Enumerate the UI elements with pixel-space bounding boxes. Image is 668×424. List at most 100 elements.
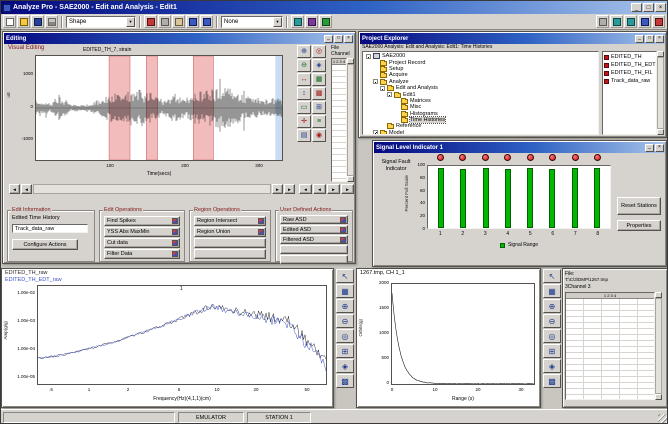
- filter-data-button[interactable]: Filter Data: [104, 249, 180, 259]
- hatch-tool-button[interactable]: ▩: [312, 87, 326, 100]
- file-grid-scrollbar[interactable]: [655, 292, 662, 400]
- list-item-track-data-raw[interactable]: Track_data_raw: [604, 77, 655, 85]
- channel-grid-scrollbar[interactable]: [347, 58, 354, 182]
- help-button[interactable]: [638, 15, 651, 28]
- shape-combo-dropdown-icon[interactable]: ▼: [126, 17, 135, 27]
- list-item-edited-th[interactable]: EDITED_TH: [604, 53, 655, 61]
- table-tool-button[interactable]: ▤: [297, 129, 311, 142]
- scrollbar-track[interactable]: [347, 64, 354, 176]
- zoom-in-tool-button[interactable]: ⊕: [336, 299, 354, 313]
- none-combo-dropdown-icon[interactable]: ▼: [273, 17, 282, 27]
- region-intersect-button[interactable]: Region Intersect: [194, 216, 266, 226]
- collapse-icon[interactable]: [387, 92, 392, 97]
- zoom-in-tool-button[interactable]: ⊕: [297, 45, 311, 58]
- resize-grip[interactable]: [658, 414, 668, 424]
- project-explorer-maximize-button[interactable]: □: [645, 35, 654, 43]
- none-combo[interactable]: None ▼: [221, 16, 283, 28]
- layout-tool-button[interactable]: ▩: [543, 374, 561, 388]
- scrollbar-track[interactable]: [657, 57, 664, 129]
- step-back-small-button[interactable]: ◄: [313, 184, 326, 194]
- grid-view-button[interactable]: [291, 15, 304, 28]
- main-titlebar[interactable]: Analyze Pro - SAE2000 - Edit and Analysi…: [1, 1, 667, 14]
- scroll-left-button[interactable]: ◄: [21, 184, 32, 194]
- pointer-tool-button[interactable]: ↖: [336, 269, 354, 283]
- editing-maximize-button[interactable]: □: [334, 35, 343, 43]
- add-window-tool-button[interactable]: ⊞: [543, 344, 561, 358]
- waveform-scrollbar[interactable]: ◄ ◄ ► ►: [9, 184, 295, 194]
- new-file-button[interactable]: [3, 15, 16, 28]
- signal-minimize-button[interactable]: _: [645, 144, 654, 152]
- close-button[interactable]: ×: [655, 3, 666, 12]
- scrollbar-track[interactable]: [33, 184, 271, 194]
- file-grid-body[interactable]: [566, 299, 654, 399]
- minimize-button[interactable]: _: [631, 3, 642, 12]
- save-button[interactable]: [31, 15, 44, 28]
- edited-time-history-field[interactable]: Track_data_raw: [12, 224, 88, 233]
- crosshair-tool-button[interactable]: ✛: [297, 115, 311, 128]
- step-forward-small-button[interactable]: ►: [327, 184, 340, 194]
- scroll-far-right-button[interactable]: ►: [284, 184, 295, 194]
- project-explorer-titlebar[interactable]: Project Explorer _ □ ×: [360, 33, 665, 44]
- filtered-asd-button[interactable]: Filtered ASD: [280, 235, 348, 244]
- signal-level-titlebar[interactable]: Signal Level Indicator 1 _ ×: [374, 142, 665, 153]
- tile-vertical-button[interactable]: [624, 15, 637, 28]
- copy-button[interactable]: [158, 15, 171, 28]
- collapse-icon[interactable]: [380, 86, 385, 91]
- add-window-tool-button[interactable]: ⊞: [336, 344, 354, 358]
- collapse-icon[interactable]: [373, 79, 378, 84]
- zoom-window-tool-button[interactable]: ◎: [336, 329, 354, 343]
- edited-asd-button[interactable]: Edited ASD: [280, 225, 348, 234]
- cut-button[interactable]: [144, 15, 157, 28]
- project-explorer-minimize-button[interactable]: _: [635, 35, 644, 43]
- step-forward-button[interactable]: ►: [341, 184, 354, 194]
- properties-button[interactable]: Properties: [617, 220, 661, 231]
- find-spikes-button[interactable]: Find Spikes: [104, 216, 180, 226]
- select-region-tool-button[interactable]: ◈: [336, 359, 354, 373]
- channel-grid[interactable]: 1 2 3 4 5: [331, 58, 347, 182]
- expand-icon[interactable]: [373, 130, 378, 135]
- zoom-window-tool-button[interactable]: ◎: [543, 329, 561, 343]
- channel-grid-body[interactable]: [332, 65, 346, 181]
- scroll-down-button[interactable]: [657, 129, 664, 135]
- editing-titlebar[interactable]: Editing _ □ ×: [4, 33, 354, 44]
- print-button[interactable]: [45, 15, 58, 28]
- pan-vertical-tool-button[interactable]: ↕: [297, 87, 311, 100]
- file-data-grid[interactable]: 1 2 3 4: [565, 292, 655, 400]
- scroll-far-left-button[interactable]: ◄: [9, 184, 20, 194]
- maximize-button[interactable]: □: [643, 3, 654, 12]
- crosshair-button[interactable]: [319, 15, 332, 28]
- tile-horizontal-button[interactable]: [610, 15, 623, 28]
- pin-button[interactable]: [652, 15, 665, 28]
- tree-item-model[interactable]: Model: [364, 130, 597, 135]
- add-region-tool-button[interactable]: ⊞: [312, 101, 326, 114]
- cascade-windows-button[interactable]: [596, 15, 609, 28]
- scroll-down-button[interactable]: [655, 394, 662, 400]
- yss-abs-maxmin-button[interactable]: YSS Abs MaxMin: [104, 227, 180, 237]
- scroll-down-button[interactable]: [347, 176, 354, 182]
- zoom-in-tool-button[interactable]: ⊕: [543, 299, 561, 313]
- scrollbar-track[interactable]: [655, 298, 662, 394]
- editing-close-button[interactable]: ×: [344, 35, 353, 43]
- layout-tool-button[interactable]: ▩: [336, 374, 354, 388]
- zoom-region-tool-button[interactable]: ◎: [312, 45, 326, 58]
- undo-button[interactable]: [186, 15, 199, 28]
- list-item-edited-th-edt[interactable]: EDITED_TH_EDT: [604, 61, 655, 69]
- reset-stations-button[interactable]: Reset Stations: [617, 197, 661, 215]
- shape-combo[interactable]: Shape ▼: [66, 16, 136, 28]
- collapse-icon[interactable]: [366, 54, 371, 59]
- project-explorer-close-button[interactable]: ×: [655, 35, 664, 43]
- list-tool-button[interactable]: ≡: [312, 115, 326, 128]
- zoom-out-tool-button[interactable]: ⊖: [336, 314, 354, 328]
- overlay-button[interactable]: [305, 15, 318, 28]
- redo-button[interactable]: [200, 15, 213, 28]
- paste-button[interactable]: [172, 15, 185, 28]
- editing-minimize-button[interactable]: _: [324, 35, 333, 43]
- target-tool-button[interactable]: ◉: [312, 129, 326, 142]
- zoom-out-tool-button[interactable]: ⊖: [543, 314, 561, 328]
- project-tree[interactable]: SAE2000 Project Record Setup Acquire Ana…: [362, 51, 599, 135]
- cut-data-button[interactable]: Cut data: [104, 238, 180, 248]
- window-tool-button[interactable]: ▭: [297, 101, 311, 114]
- grid-tool-button[interactable]: ▦: [336, 284, 354, 298]
- pointer-tool-button[interactable]: ↖: [543, 269, 561, 283]
- select-region-tool-button[interactable]: ◈: [312, 59, 326, 72]
